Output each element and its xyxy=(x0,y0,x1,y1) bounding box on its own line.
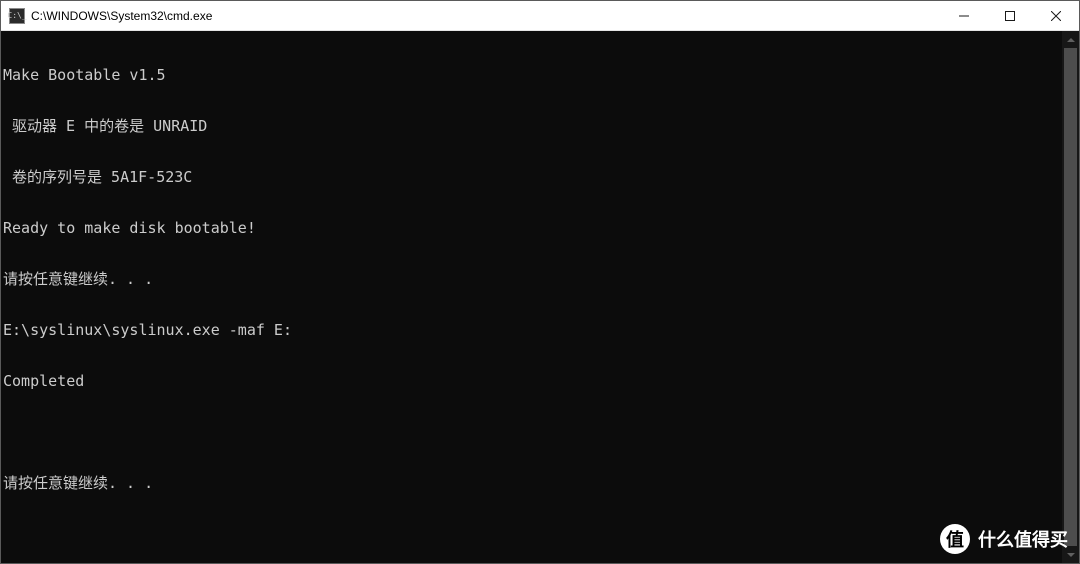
close-icon xyxy=(1051,11,1061,21)
cmd-icon: C:\_ xyxy=(9,8,25,24)
minimize-icon xyxy=(959,11,969,21)
window-title: C:\WINDOWS\System32\cmd.exe xyxy=(31,9,941,23)
cmd-window: C:\_ C:\WINDOWS\System32\cmd.exe Make Bo… xyxy=(0,0,1080,564)
minimize-button[interactable] xyxy=(941,1,987,30)
title-bar[interactable]: C:\_ C:\WINDOWS\System32\cmd.exe xyxy=(1,1,1079,31)
vertical-scrollbar[interactable] xyxy=(1062,31,1079,563)
terminal-line: E:\syslinux\syslinux.exe -maf E: xyxy=(3,322,1060,339)
watermark-badge: 值 xyxy=(940,524,970,554)
cmd-icon-glyph: C:\_ xyxy=(7,12,26,20)
terminal-line: Ready to make disk bootable! xyxy=(3,220,1060,237)
terminal-line: 卷的序列号是 5A1F-523C xyxy=(3,169,1060,186)
maximize-icon xyxy=(1005,11,1015,21)
scroll-up-arrow-icon[interactable] xyxy=(1062,31,1079,48)
window-controls xyxy=(941,1,1079,30)
terminal-line: Completed xyxy=(3,373,1060,390)
watermark-text: 什么值得买 xyxy=(978,526,1068,552)
terminal-line xyxy=(3,424,1060,441)
watermark: 值 什么值得买 xyxy=(940,524,1068,554)
terminal-line: 请按任意键继续. . . xyxy=(3,475,1060,492)
maximize-button[interactable] xyxy=(987,1,1033,30)
terminal-line: Make Bootable v1.5 xyxy=(3,67,1060,84)
terminal-line: 驱动器 E 中的卷是 UNRAID xyxy=(3,118,1060,135)
close-button[interactable] xyxy=(1033,1,1079,30)
terminal-output[interactable]: Make Bootable v1.5 驱动器 E 中的卷是 UNRAID 卷的序… xyxy=(1,31,1062,563)
content-area: Make Bootable v1.5 驱动器 E 中的卷是 UNRAID 卷的序… xyxy=(1,31,1079,563)
chevron-up-icon xyxy=(1067,38,1075,42)
scroll-thumb[interactable] xyxy=(1064,48,1077,546)
scroll-track[interactable] xyxy=(1062,48,1079,546)
terminal-line: 请按任意键继续. . . xyxy=(3,271,1060,288)
